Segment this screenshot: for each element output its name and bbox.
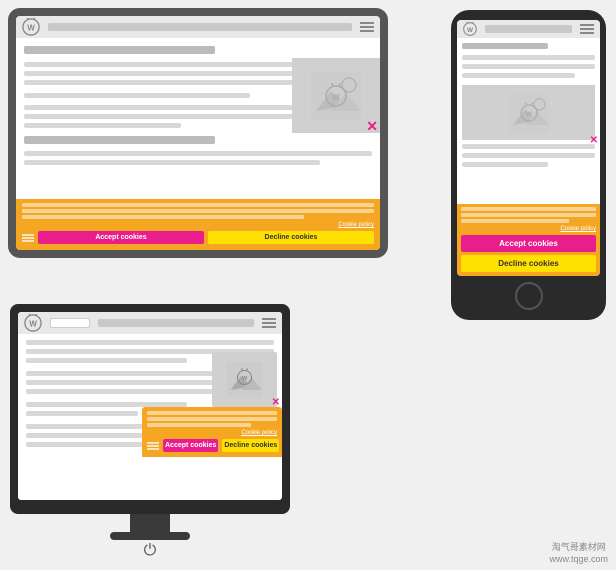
phone-accept-cookies-button[interactable]: Accept cookies <box>461 235 596 252</box>
monitor-cookie-link-row: Cookie policy <box>147 430 277 436</box>
tablet-screen: W <box>16 16 380 250</box>
wordpress-logo-icon: W <box>22 18 40 36</box>
svg-text:W: W <box>27 24 35 33</box>
phone-cookie-banner: Cookie policy Accept cookies Decline coo… <box>457 204 600 276</box>
monitor-power-icon: ⏻ <box>144 542 157 560</box>
hamburger-menu-icon[interactable] <box>360 22 374 32</box>
phone-nav: W <box>457 20 600 38</box>
monitor-hamburger-icon[interactable] <box>262 318 276 328</box>
phone-cookie-policy-link[interactable]: Cookie policy <box>560 226 596 232</box>
monitor-wordpress-logo-icon: W <box>24 314 42 332</box>
watermark-line1: 淘气哥素材网 <box>549 541 608 554</box>
phone-close-icon[interactable]: ✕ <box>590 135 598 146</box>
svg-text:W: W <box>525 111 532 118</box>
tablet-cookie-banner: Cookie policy Accept cookies Decline coo… <box>16 199 380 250</box>
monitor-stand <box>130 514 170 532</box>
svg-text:W: W <box>29 320 37 329</box>
cookie-settings-icon[interactable] <box>22 234 34 242</box>
watermark: 淘气哥素材网 www.tqge.com <box>549 541 608 566</box>
monitor-accept-cookies-button[interactable]: Accept cookies <box>163 439 218 452</box>
tablet-cookie-text <box>22 203 374 219</box>
monitor-decline-cookies-button[interactable]: Decline cookies <box>222 439 279 452</box>
monitor-nav-bar <box>98 319 254 327</box>
monitor-cookie-policy-link[interactable]: Cookie policy <box>241 430 277 436</box>
phone-home-button[interactable] <box>515 282 543 310</box>
phone-cookie-link-row: Cookie policy <box>461 226 596 232</box>
phone-hamburger-icon[interactable] <box>580 24 594 34</box>
tablet-accept-cookies-button[interactable]: Accept cookies <box>38 231 204 244</box>
tablet-cookie-policy-link[interactable]: Cookie policy <box>338 222 374 228</box>
tablet-close-icon[interactable]: ✕ <box>366 118 378 135</box>
monitor-settings-icon[interactable] <box>147 442 159 450</box>
monitor-base <box>110 532 190 540</box>
tablet-content: W ✕ <box>16 38 380 175</box>
tablet-cookie-link-row: Cookie policy <box>22 222 374 228</box>
tablet-decline-cookies-button[interactable]: Decline cookies <box>208 231 374 244</box>
svg-text:W: W <box>467 27 473 34</box>
svg-text:W: W <box>332 93 340 102</box>
phone-cookie-text <box>461 207 596 223</box>
monitor-popup-image: W <box>227 362 262 397</box>
svg-text:W: W <box>242 376 248 382</box>
phone-image-placeholder: W <box>462 85 595 140</box>
monitor-cookie-text <box>147 411 277 427</box>
monitor-nav: W <box>18 312 282 334</box>
monitor-device: W <box>10 304 290 560</box>
phone-nav-bar <box>485 25 572 33</box>
monitor-content: W ✕ Cookie <box>18 334 282 457</box>
phone-content: W <box>457 38 600 176</box>
phone-device: W <box>451 10 606 320</box>
monitor-cookie-buttons: Accept cookies Decline cookies <box>147 439 277 452</box>
tablet-cookie-buttons: Accept cookies Decline cookies <box>22 231 374 244</box>
tablet-nav: W <box>16 16 380 38</box>
tablet-nav-bar <box>48 23 352 31</box>
monitor-popup-close-icon[interactable]: ✕ <box>272 397 280 408</box>
tablet-device: W <box>8 8 388 258</box>
phone-wordpress-logo-icon: W <box>463 22 477 36</box>
monitor-body: W <box>10 304 290 514</box>
watermark-line2: www.tqge.com <box>549 553 608 566</box>
phone-screen: W <box>457 20 600 276</box>
monitor-screen: W <box>18 312 282 500</box>
phone-decline-cookies-button[interactable]: Decline cookies <box>461 255 596 272</box>
